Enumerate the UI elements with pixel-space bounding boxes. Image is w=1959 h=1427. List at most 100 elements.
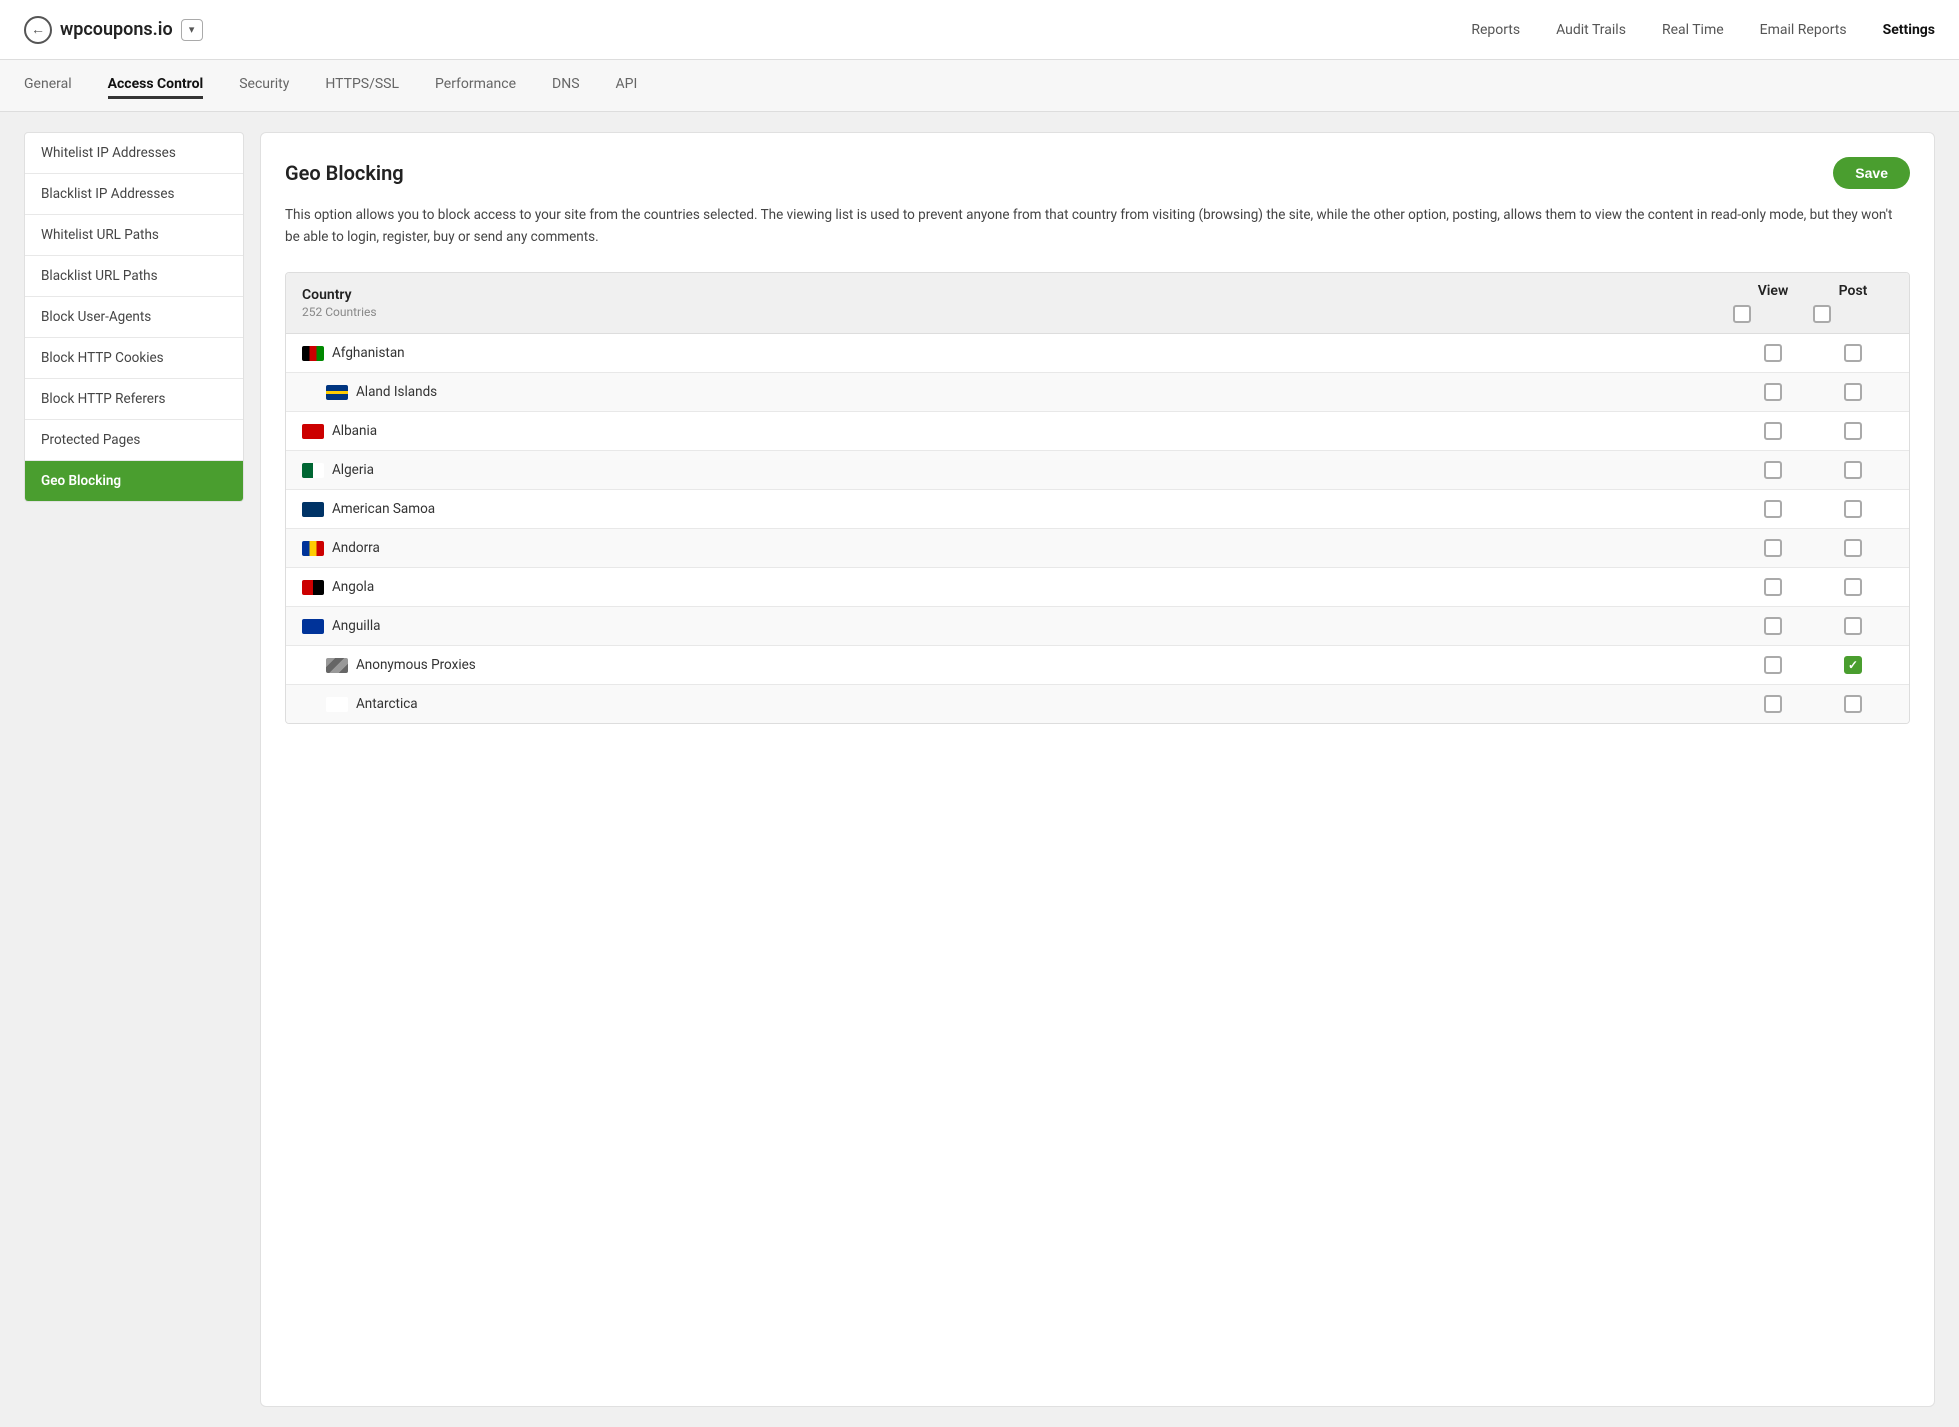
site-brand: ← wpcoupons.io ▾ (24, 16, 203, 44)
table-row: American Samoa (286, 490, 1909, 529)
sidebar-item-block-http-cookies[interactable]: Block HTTP Cookies (25, 338, 243, 379)
table-row: Anonymous Proxies (286, 646, 1909, 685)
view-checkbox[interactable] (1764, 383, 1782, 401)
tab-bar: General Access Control Security HTTPS/SS… (0, 60, 1959, 112)
flag-icon (302, 580, 324, 595)
post-checkbox-cell (1813, 539, 1893, 557)
post-checkbox[interactable] (1844, 617, 1862, 635)
view-checkbox[interactable] (1764, 344, 1782, 362)
flag-icon (302, 424, 324, 439)
country-name: Anguilla (302, 618, 1733, 634)
view-checkbox-cell (1733, 344, 1813, 362)
tab-performance[interactable]: Performance (435, 72, 516, 99)
view-checkbox-cell (1733, 500, 1813, 518)
country-table: Country 252 Countries View Post (285, 272, 1910, 724)
sidebar-item-whitelist-ip[interactable]: Whitelist IP Addresses (25, 133, 243, 174)
table-row: Albania (286, 412, 1909, 451)
post-checkbox[interactable] (1844, 383, 1862, 401)
flag-icon (326, 697, 348, 712)
tab-api[interactable]: API (616, 72, 638, 99)
post-checkbox[interactable] (1844, 578, 1862, 596)
nav-reports[interactable]: Reports (1471, 22, 1520, 38)
flag-icon (326, 385, 348, 400)
col-country-header: Country 252 Countries (302, 287, 1733, 319)
back-icon: ← (31, 21, 45, 38)
post-checkbox[interactable] (1844, 656, 1862, 674)
post-checkbox[interactable] (1844, 461, 1862, 479)
post-checkbox-cell (1813, 383, 1893, 401)
tab-access-control[interactable]: Access Control (108, 72, 204, 99)
country-name: Afghanistan (302, 345, 1733, 361)
sidebar: Whitelist IP Addresses Blacklist IP Addr… (24, 132, 244, 502)
post-checkbox-cell (1813, 344, 1893, 362)
post-checkbox[interactable] (1844, 500, 1862, 518)
section-header: Geo Blocking Save (285, 157, 1910, 189)
tab-https-ssl[interactable]: HTTPS/SSL (325, 72, 399, 99)
sidebar-item-whitelist-url[interactable]: Whitelist URL Paths (25, 215, 243, 256)
view-checkbox-cell (1733, 656, 1813, 674)
tab-dns[interactable]: DNS (552, 72, 580, 99)
post-checkbox[interactable] (1844, 695, 1862, 713)
country-name: Albania (302, 423, 1733, 439)
site-dropdown-button[interactable]: ▾ (181, 19, 203, 41)
table-row: Angola (286, 568, 1909, 607)
top-bar: ← wpcoupons.io ▾ Reports Audit Trails Re… (0, 0, 1959, 60)
table-row: Antarctica (286, 685, 1909, 723)
view-checkbox[interactable] (1764, 461, 1782, 479)
tab-general[interactable]: General (24, 72, 72, 99)
back-button[interactable]: ← (24, 16, 52, 44)
main-layout: Whitelist IP Addresses Blacklist IP Addr… (0, 112, 1959, 1427)
sidebar-item-blacklist-url[interactable]: Blacklist URL Paths (25, 256, 243, 297)
flag-icon (302, 541, 324, 556)
col-post-header: Post (1813, 283, 1893, 323)
nav-real-time[interactable]: Real Time (1662, 22, 1724, 38)
view-checkbox[interactable] (1764, 656, 1782, 674)
view-checkbox[interactable] (1764, 500, 1782, 518)
view-checkbox-cell (1733, 578, 1813, 596)
view-checkbox[interactable] (1764, 695, 1782, 713)
flag-icon (302, 502, 324, 517)
country-name: Angola (302, 579, 1733, 595)
post-checkbox[interactable] (1844, 422, 1862, 440)
nav-email-reports[interactable]: Email Reports (1760, 22, 1847, 38)
country-name: Antarctica (302, 696, 1733, 712)
sidebar-item-geo-blocking[interactable]: Geo Blocking (25, 461, 243, 501)
post-checkbox-cell (1813, 578, 1893, 596)
section-title: Geo Blocking (285, 161, 404, 185)
country-name: Anonymous Proxies (302, 657, 1733, 673)
post-all-checkbox[interactable] (1813, 305, 1831, 323)
post-checkbox[interactable] (1844, 539, 1862, 557)
tab-security[interactable]: Security (239, 72, 289, 99)
country-name: Aland Islands (302, 384, 1733, 400)
view-checkbox[interactable] (1764, 617, 1782, 635)
post-checkbox-cell (1813, 617, 1893, 635)
flag-icon (302, 346, 324, 361)
view-checkbox-cell (1733, 539, 1813, 557)
table-row: Aland Islands (286, 373, 1909, 412)
table-row: Afghanistan (286, 334, 1909, 373)
post-checkbox[interactable] (1844, 344, 1862, 362)
dropdown-icon: ▾ (189, 23, 195, 36)
post-checkbox-cell (1813, 422, 1893, 440)
table-row: Algeria (286, 451, 1909, 490)
view-checkbox-cell (1733, 695, 1813, 713)
nav-settings[interactable]: Settings (1883, 22, 1935, 38)
sidebar-item-block-http-referers[interactable]: Block HTTP Referers (25, 379, 243, 420)
flag-icon (302, 463, 324, 478)
view-checkbox-cell (1733, 617, 1813, 635)
view-checkbox[interactable] (1764, 578, 1782, 596)
content-panel: Geo Blocking Save This option allows you… (260, 132, 1935, 1407)
view-checkbox[interactable] (1764, 422, 1782, 440)
save-button[interactable]: Save (1833, 157, 1910, 189)
nav-audit-trails[interactable]: Audit Trails (1556, 22, 1626, 38)
view-all-checkbox[interactable] (1733, 305, 1751, 323)
flag-icon (302, 619, 324, 634)
country-name: Algeria (302, 462, 1733, 478)
site-name: wpcoupons.io (60, 19, 173, 40)
post-checkbox-cell (1813, 656, 1893, 674)
sidebar-item-block-user-agents[interactable]: Block User-Agents (25, 297, 243, 338)
view-checkbox[interactable] (1764, 539, 1782, 557)
country-name: Andorra (302, 540, 1733, 556)
sidebar-item-protected-pages[interactable]: Protected Pages (25, 420, 243, 461)
sidebar-item-blacklist-ip[interactable]: Blacklist IP Addresses (25, 174, 243, 215)
